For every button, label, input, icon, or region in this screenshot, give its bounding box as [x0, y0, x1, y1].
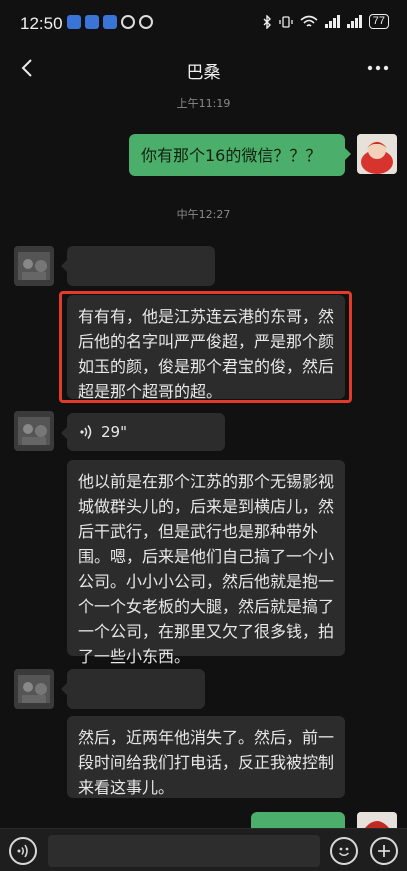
voice-message-bubble[interactable]: 29" — [61, 413, 225, 451]
wifi-icon — [300, 15, 318, 27]
message-timestamp: 上午11:19 — [176, 97, 231, 110]
contact-avatar[interactable] — [14, 411, 54, 451]
emoji-button[interactable] — [330, 837, 358, 865]
status-time: 12:50 — [20, 14, 63, 33]
app-notification-icon — [85, 15, 99, 29]
contact-avatar[interactable] — [14, 669, 54, 709]
message-input[interactable] — [48, 835, 320, 867]
self-avatar-image — [357, 812, 397, 828]
plus-icon — [378, 845, 390, 857]
app-notification-icon — [103, 15, 117, 29]
message-text: 然后，近两年他消失了。然后，前一段时间给我们打电话，反正我被控制来看这事儿。 — [78, 728, 335, 797]
message-bubble-incoming[interactable] — [61, 246, 215, 286]
vibrate-icon — [279, 15, 293, 28]
signal-icon — [346, 15, 362, 28]
contact-avatar-image — [14, 411, 54, 451]
signal-icon — [324, 15, 340, 28]
voice-duration: 29" — [101, 422, 127, 441]
more-dots-icon[interactable] — [365, 56, 391, 80]
voice-wave-icon — [80, 425, 92, 439]
app-notification-icon — [67, 15, 81, 29]
message-input-bar — [0, 828, 407, 871]
notification-icons — [67, 15, 153, 29]
status-indicators: 77 — [262, 14, 389, 29]
nfc-icon — [139, 15, 153, 29]
message-bubble-incoming[interactable] — [61, 669, 205, 709]
message-bubble-incoming[interactable]: 他以前是在那个江苏的那个无锡影视城做群头儿的，后来是到横店儿，然后干武行，但是武… — [67, 460, 345, 666]
bluetooth-icon — [263, 14, 271, 29]
voice-input-icon — [17, 844, 28, 858]
status-bar: 12:50 77 — [0, 0, 407, 46]
message-text: 他以前是在那个江苏的那个无锡影视城做群头儿的，后来是到横店儿，然后干武行，但是武… — [78, 472, 335, 666]
message-text: 你有那个16的微信？？？ — [141, 146, 322, 165]
chat-title: 巴桑 — [186, 63, 221, 83]
contact-avatar-image — [14, 246, 54, 286]
contact-avatar[interactable] — [14, 246, 54, 286]
voice-input-button[interactable] — [9, 837, 37, 865]
self-avatar-image — [357, 134, 397, 174]
message-bubble-outgoing[interactable]: 你有那个16的微信？？？ — [129, 134, 351, 176]
chat-header: 巴桑 — [0, 46, 407, 92]
self-avatar[interactable] — [357, 812, 397, 828]
app-notification-icon — [121, 15, 135, 29]
emoji-icon — [338, 847, 350, 856]
message-timestamp: 中午12:27 — [176, 208, 231, 221]
message-bubble-incoming[interactable]: 然后，近两年他消失了。然后，前一段时间给我们打电话，反正我被控制来看这事儿。 — [67, 716, 345, 798]
contact-avatar-image — [14, 669, 54, 709]
battery-indicator: 77 — [368, 14, 389, 29]
self-avatar[interactable] — [357, 134, 397, 174]
plus-button[interactable] — [370, 837, 398, 865]
highlight-box — [59, 291, 352, 403]
